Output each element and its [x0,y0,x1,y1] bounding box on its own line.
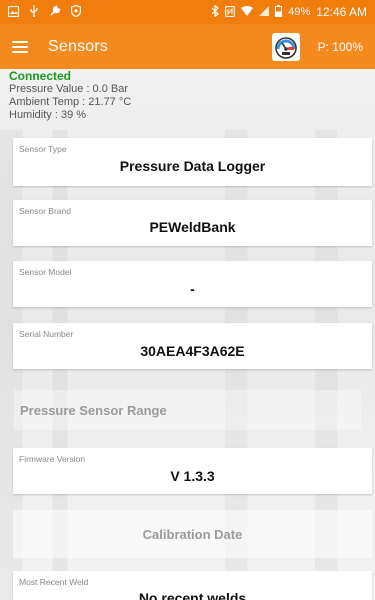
ambient-temp: Ambient Temp : 21.77 °C [9,96,132,108]
humidity: Humidity : 39 % [9,109,87,121]
signal-icon [259,6,270,18]
sensor-brand-value: PEWeldBank [149,219,236,235]
sensor-brand-card: Sensor Brand PEWeldBank [13,200,372,246]
serial-number-label: Serial Number [19,329,74,339]
usb-icon [29,5,39,19]
sensor-type-label: Sensor Type [19,144,67,154]
firmware-card: Firmware Version V 1.3.3 [13,448,372,494]
recent-weld-value: No recent welds [138,590,247,600]
battery-icon [275,5,283,19]
page-title: Sensors [48,37,109,55]
serial-number-card: Serial Number 30AEA4F3A62E [13,323,372,369]
sensor-model-card: Sensor Model - [13,261,372,307]
calibration-card: Calibration Date [13,510,372,558]
gauge-button[interactable] [271,32,300,61]
menu-icon[interactable] [12,40,28,53]
sensor-type-value: Pressure Data Logger [119,158,266,174]
wrench-icon [49,5,61,19]
battery-percent: 49% [288,6,311,18]
status-icons-left [7,4,82,19]
shield-icon [70,4,82,19]
firmware-value: V 1.3.3 [170,468,215,484]
image-icon [7,5,20,19]
connection-info: Connected Pressure Value : 0.0 Bar Ambie… [9,70,131,122]
pressure-range-label: Pressure Sensor Range [20,403,167,418]
recent-weld-card: Most Recent Weld No recent welds [13,571,372,600]
clock: 12:46 AM [316,5,367,19]
nfc-icon [225,5,236,19]
pressure-percentage: P: 100% [317,39,363,54]
sensor-brand-label: Sensor Brand [19,206,71,216]
calibration-label: Calibration Date [142,527,243,542]
sensor-model-value: - [190,281,195,297]
firmware-label: Firmware Version [19,454,86,464]
recent-weld-label: Most Recent Weld [19,577,89,587]
connection-status: Connected [9,69,72,83]
status-icons-right: 49% 12:46 AM [211,4,367,19]
gauge-icon [274,36,297,59]
bluetooth-icon [211,4,220,19]
serial-number-value: 30AEA4F3A62E [140,343,245,359]
pressure-value: Pressure Value : 0.0 Bar [9,83,129,95]
app-bar: Sensors P: 100% [0,24,375,69]
wifi-icon [241,6,254,18]
sensor-model-label: Sensor Model [19,267,72,277]
sensor-type-card: Sensor Type Pressure Data Logger [13,138,372,186]
status-bar: 49% 12:46 AM [0,0,375,24]
